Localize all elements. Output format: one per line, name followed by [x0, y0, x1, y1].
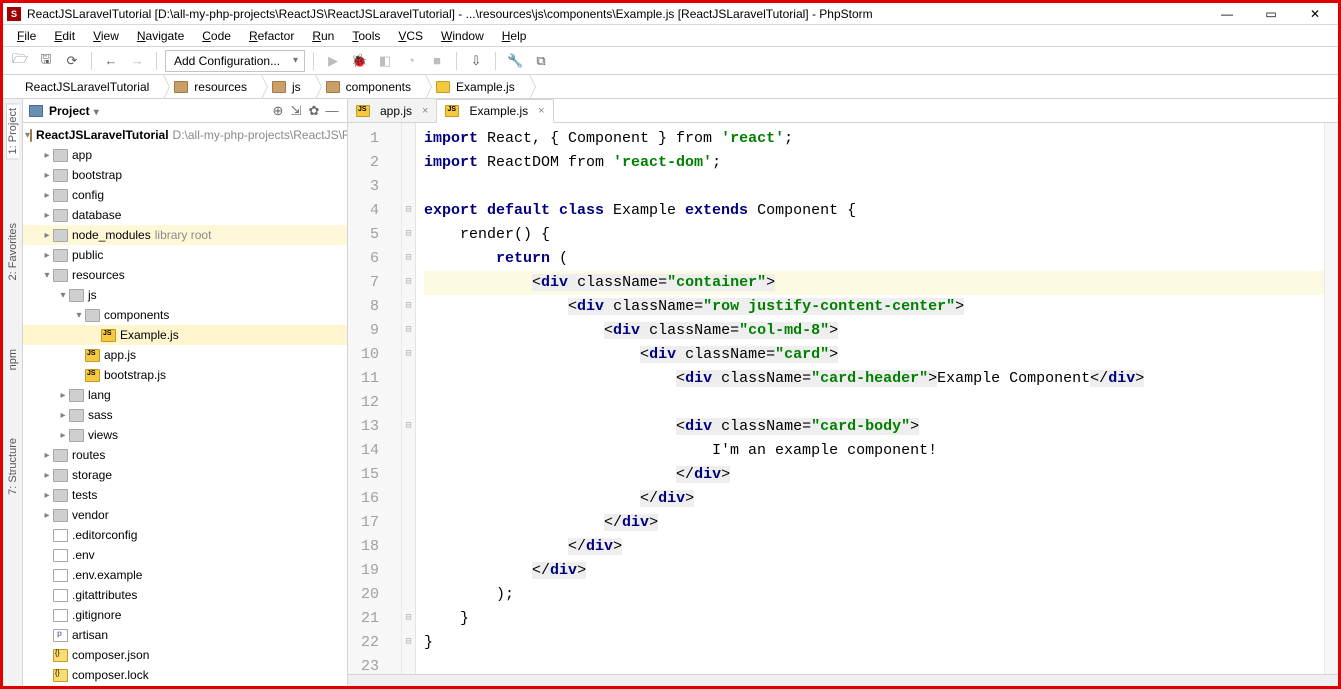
- tree-node[interactable]: .env: [23, 545, 347, 565]
- editor-area: app.js×Example.js× 123456789101112131415…: [348, 99, 1338, 686]
- forward-icon[interactable]: →: [126, 50, 148, 72]
- editor-right-gutter: [1324, 123, 1338, 674]
- debug-icon[interactable]: 🐞: [348, 50, 370, 72]
- coverage-icon[interactable]: ◧: [374, 50, 396, 72]
- run-configuration-select[interactable]: Add Configuration...: [165, 50, 305, 72]
- js-file-icon: [356, 105, 370, 117]
- toolbar-separator: [495, 52, 496, 70]
- menu-navigate[interactable]: Navigate: [129, 27, 192, 45]
- window-titlebar: S ReactJSLaravelTutorial [D:\all-my-php-…: [3, 3, 1338, 25]
- tool-window-button[interactable]: 2: Favorites: [7, 219, 19, 284]
- navigation-breadcrumbs: ReactJSLaravelTutorialresourcesjscompone…: [3, 75, 1338, 99]
- tree-node[interactable]: .gitignore: [23, 605, 347, 625]
- tree-node[interactable]: lang: [23, 385, 347, 405]
- editor-tab[interactable]: app.js×: [348, 99, 437, 122]
- refresh-icon[interactable]: ⟳: [61, 50, 83, 72]
- tree-node[interactable]: components: [23, 305, 347, 325]
- tree-node[interactable]: config: [23, 185, 347, 205]
- toolbar-separator: [91, 52, 92, 70]
- project-icon: [29, 105, 43, 117]
- tool-window-button[interactable]: 1: Project: [6, 103, 19, 159]
- window-title: ReactJSLaravelTutorial [D:\all-my-php-pr…: [27, 7, 1214, 21]
- menu-vcs[interactable]: VCS: [390, 27, 431, 45]
- vcs-update-icon[interactable]: ⇩: [465, 50, 487, 72]
- breadcrumb-item[interactable]: resources: [164, 75, 262, 98]
- breadcrumb-item[interactable]: js: [262, 75, 316, 98]
- tree-root[interactable]: ReactJSLaravelTutorialD:\all-my-php-proj…: [23, 125, 347, 145]
- menu-run[interactable]: Run: [304, 27, 342, 45]
- save-icon[interactable]: 🖫: [35, 50, 57, 72]
- menu-file[interactable]: File: [9, 27, 44, 45]
- profile-icon[interactable]: ◔: [400, 50, 422, 72]
- tree-node[interactable]: composer.lock: [23, 665, 347, 685]
- line-number-gutter[interactable]: 1234567891011121314151617181920212223: [348, 123, 402, 674]
- main-toolbar: 🗁 🖫 ⟳ ← → Add Configuration... ▶ 🐞 ◧ ◔ ■…: [3, 47, 1338, 75]
- js-file-icon: [445, 105, 459, 117]
- menu-edit[interactable]: Edit: [46, 27, 83, 45]
- close-tab-icon[interactable]: ×: [422, 105, 428, 117]
- close-tab-icon[interactable]: ×: [538, 105, 544, 117]
- project-view-selector[interactable]: Project: [49, 104, 269, 118]
- tree-node[interactable]: resources: [23, 265, 347, 285]
- tree-node[interactable]: .gitattributes: [23, 585, 347, 605]
- tree-node[interactable]: .env.example: [23, 565, 347, 585]
- tree-node[interactable]: Example.js: [23, 325, 347, 345]
- window-maximize-button[interactable]: ▭: [1258, 7, 1284, 21]
- menu-help[interactable]: Help: [494, 27, 535, 45]
- tool-window-button[interactable]: npm: [7, 345, 19, 374]
- left-tool-strip: 1: Project 2: Favorites npm 7: Structure: [3, 99, 23, 686]
- tree-node[interactable]: database: [23, 205, 347, 225]
- breadcrumb-item[interactable]: ReactJSLaravelTutorial: [3, 75, 164, 98]
- back-icon[interactable]: ←: [100, 50, 122, 72]
- horizontal-scrollbar[interactable]: [348, 674, 1338, 686]
- window-minimize-button[interactable]: —: [1214, 7, 1240, 21]
- menu-view[interactable]: View: [85, 27, 127, 45]
- stop-icon[interactable]: ■: [426, 50, 448, 72]
- collapse-icon[interactable]: ⇲: [287, 103, 305, 119]
- menu-code[interactable]: Code: [194, 27, 239, 45]
- menu-tools[interactable]: Tools: [344, 27, 388, 45]
- toolbar-separator: [156, 52, 157, 70]
- menu-window[interactable]: Window: [433, 27, 492, 45]
- tree-node[interactable]: bootstrap: [23, 165, 347, 185]
- tree-node[interactable]: artisan: [23, 625, 347, 645]
- tree-node[interactable]: composer.json: [23, 645, 347, 665]
- main-menu-bar: FileEditViewNavigateCodeRefactorRunTools…: [3, 25, 1338, 47]
- project-tree[interactable]: ReactJSLaravelTutorialD:\all-my-php-proj…: [23, 123, 347, 686]
- tree-node[interactable]: node_moduleslibrary root: [23, 225, 347, 245]
- toolbar-separator: [456, 52, 457, 70]
- run-icon[interactable]: ▶: [322, 50, 344, 72]
- code-editor[interactable]: import React, { Component } from 'react'…: [416, 123, 1324, 674]
- breadcrumb-item[interactable]: Example.js: [426, 75, 530, 98]
- tree-node[interactable]: app: [23, 145, 347, 165]
- menu-refactor[interactable]: Refactor: [241, 27, 302, 45]
- window-close-button[interactable]: ✕: [1302, 7, 1328, 21]
- tree-node[interactable]: vendor: [23, 505, 347, 525]
- open-icon[interactable]: 🗁: [9, 50, 31, 72]
- tree-node[interactable]: public: [23, 245, 347, 265]
- hide-panel-icon[interactable]: —: [323, 103, 341, 118]
- tree-node[interactable]: bootstrap.js: [23, 365, 347, 385]
- fold-gutter[interactable]: ⊟⊟⊟⊟⊟⊟⊟⊟⊟⊟: [402, 123, 416, 674]
- toolbar-separator: [313, 52, 314, 70]
- tree-node[interactable]: views: [23, 425, 347, 445]
- tree-node[interactable]: routes: [23, 445, 347, 465]
- tree-node[interactable]: storage: [23, 465, 347, 485]
- editor-tabs: app.js×Example.js×: [348, 99, 1338, 123]
- breadcrumb-item[interactable]: components: [316, 75, 426, 98]
- settings-gear-icon[interactable]: ✿: [305, 103, 323, 119]
- tree-node[interactable]: tests: [23, 485, 347, 505]
- app-icon: S: [7, 7, 21, 21]
- tool-window-button[interactable]: 7: Structure: [7, 434, 19, 499]
- tree-node[interactable]: js: [23, 285, 347, 305]
- project-tool-window: Project ⊕ ⇲ ✿ — ReactJSLaravelTutorialD:…: [23, 99, 348, 686]
- tree-node[interactable]: .editorconfig: [23, 525, 347, 545]
- tree-node[interactable]: sass: [23, 405, 347, 425]
- editor-tab[interactable]: Example.js×: [437, 99, 553, 123]
- tree-node[interactable]: app.js: [23, 345, 347, 365]
- project-panel-header: Project ⊕ ⇲ ✿ —: [23, 99, 347, 123]
- settings-icon[interactable]: 🔧: [504, 50, 526, 72]
- structure-icon[interactable]: ⧉: [530, 50, 552, 72]
- locate-icon[interactable]: ⊕: [269, 103, 287, 119]
